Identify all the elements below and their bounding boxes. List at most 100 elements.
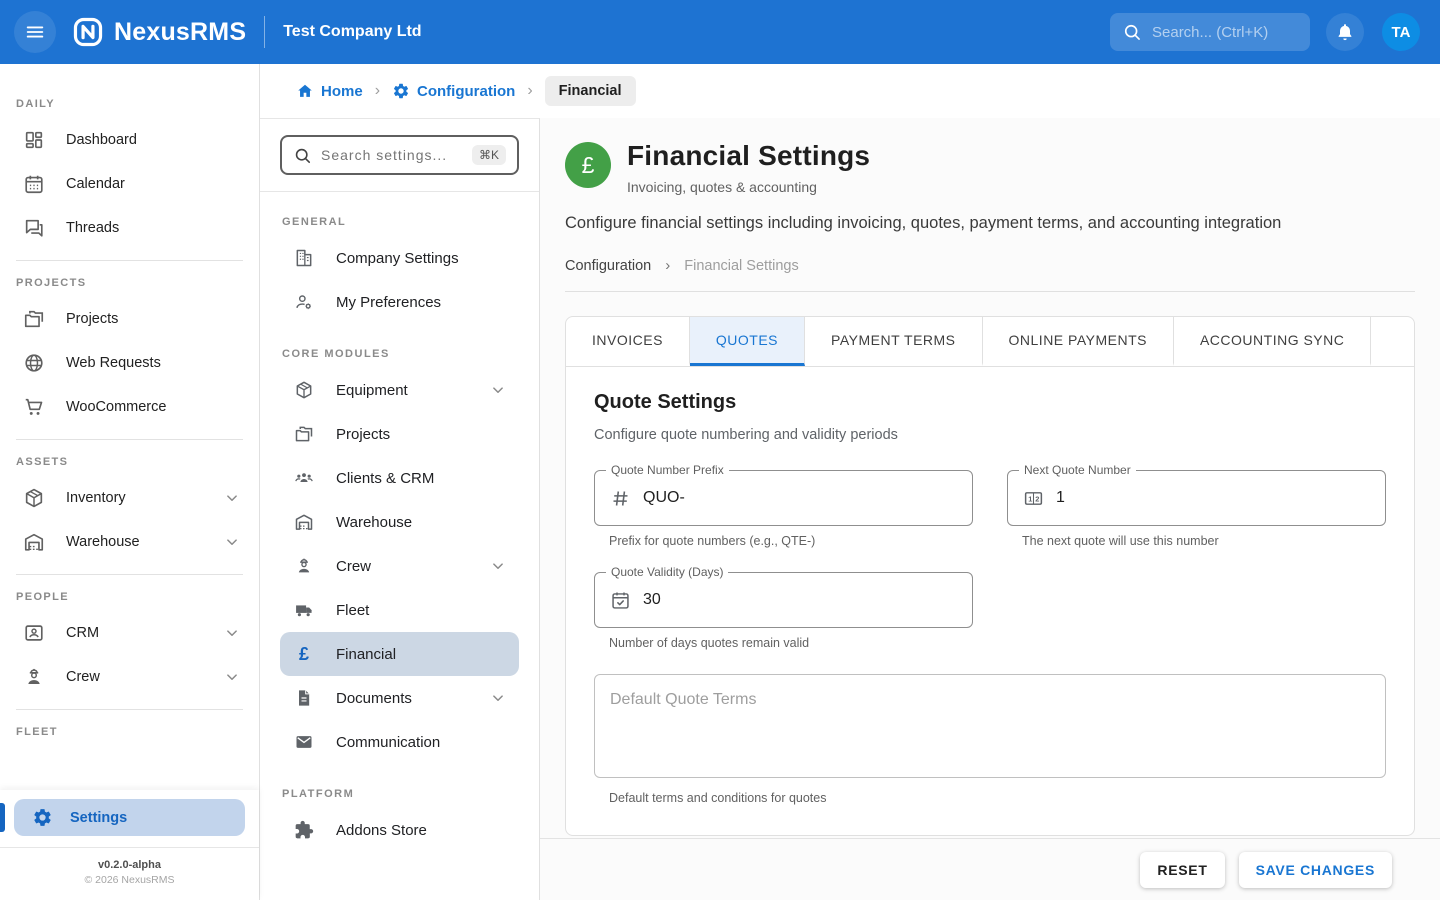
sidebar-item-calendar[interactable]: Calendar [0,162,259,206]
settings-item-label: Company Settings [336,250,459,267]
settings-label: Settings [70,810,127,826]
tab-payment-terms[interactable]: PAYMENT TERMS [805,317,982,366]
folders-icon [294,424,314,444]
sidebar-item-crm[interactable]: CRM [0,611,259,655]
settings-item-clients-crm[interactable]: Clients & CRM [280,456,519,500]
sidebar-item-label: Threads [66,220,119,236]
field-label: Quote Number Prefix [606,463,729,477]
sub-breadcrumb-separator: › [665,257,670,274]
reset-button[interactable]: RESET [1140,852,1224,888]
groups-icon [294,468,314,488]
settings-item-financial[interactable]: £ Financial [280,632,519,676]
settings-item-warehouse[interactable]: Warehouse [280,500,519,544]
sidebar-section-projects: PROJECTS [16,277,259,289]
settings-search[interactable]: ⌘K [280,135,519,175]
tab-strip: INVOICES QUOTES PAYMENT TERMS ONLINE PAY… [566,317,1414,367]
settings-item-documents[interactable]: Documents [280,676,519,720]
next-quote-number-input[interactable] [1056,489,1370,507]
settings-item-communication[interactable]: Communication [280,720,519,764]
company-name: Test Company Ltd [283,23,421,41]
active-accent-bar [0,803,5,832]
sidebar-divider [16,260,243,261]
sidebar-item-settings[interactable]: Settings [14,799,245,836]
global-search[interactable] [1110,13,1310,51]
sidebar-item-inventory[interactable]: Inventory [0,476,259,520]
sidebar-item-label: Web Requests [66,355,161,371]
settings-item-label: Documents [336,690,412,707]
settings-item-projects[interactable]: Projects [280,412,519,456]
settings-item-addons-store[interactable]: Addons Store [280,808,519,852]
truck-icon [294,600,314,620]
sidebar-item-web-requests[interactable]: Web Requests [0,341,259,385]
user-avatar[interactable]: TA [1382,13,1420,51]
settings-item-my-preferences[interactable]: My Preferences [280,280,519,324]
field-helper: Default terms and conditions for quotes [609,791,1386,805]
breadcrumb-configuration[interactable]: Configuration [392,82,515,100]
sidebar-item-threads[interactable]: Threads [0,206,259,250]
topbar: NexusRMS Test Company Ltd TA [0,0,1440,64]
search-icon [293,146,312,165]
save-changes-button[interactable]: SAVE CHANGES [1239,852,1392,888]
settings-item-equipment[interactable]: Equipment [280,368,519,412]
engineer-icon [294,556,314,576]
sidebar-divider [16,709,243,710]
settings-item-label: Financial [336,646,396,663]
breadcrumb-home[interactable]: Home [296,82,363,100]
tab-quotes[interactable]: QUOTES [690,317,805,366]
sidebar-item-label: Inventory [66,490,126,506]
engineer-icon [23,666,45,688]
tab-online-payments[interactable]: ONLINE PAYMENTS [983,317,1174,366]
keyboard-shortcut-badge: ⌘K [472,145,506,165]
sidebar-item-projects[interactable]: Projects [0,297,259,341]
number-pin-icon [1023,488,1044,509]
calendar-check-icon [610,590,631,611]
cube-icon [294,380,314,400]
bell-icon [1335,22,1355,42]
breadcrumb-current: Financial [545,76,636,106]
puzzle-icon [294,820,314,840]
person-gear-icon [294,292,314,312]
menu-button[interactable] [14,11,56,53]
cart-icon [23,396,45,418]
settings-card: INVOICES QUOTES PAYMENT TERMS ONLINE PAY… [565,316,1415,836]
default-quote-terms-textarea[interactable] [594,674,1386,778]
quote-validity-field[interactable]: Quote Validity (Days) [594,572,973,628]
sidebar-item-crew[interactable]: Crew [0,655,259,699]
hash-icon [610,488,631,509]
settings-item-label: Addons Store [336,822,427,839]
settings-search-input[interactable] [321,147,463,163]
sidebar-section-fleet: FLEET [16,726,259,738]
sidebar-divider [16,574,243,575]
sidebar-item-warehouse[interactable]: Warehouse [0,520,259,564]
quote-number-prefix-input[interactable] [643,489,957,507]
settings-item-crew[interactable]: Crew [280,544,519,588]
section-subtitle: Configure quote numbering and validity p… [594,427,1386,443]
breadcrumb-home-label: Home [321,83,363,100]
dashboard-icon [23,129,45,151]
notifications-button[interactable] [1326,13,1364,51]
settings-item-label: Clients & CRM [336,470,434,487]
settings-nav-divider [260,191,539,192]
gear-icon [32,807,53,828]
warehouse-icon [23,531,45,553]
quote-number-prefix-field[interactable]: Quote Number Prefix [594,470,973,526]
settings-item-label: My Preferences [336,294,441,311]
quote-validity-input[interactable] [643,591,957,609]
tab-invoices[interactable]: INVOICES [566,317,690,366]
sub-breadcrumb: Configuration › Financial Settings [565,257,1415,274]
copyright: © 2026 NexusRMS [0,874,259,886]
tab-accounting-sync[interactable]: ACCOUNTING SYNC [1174,317,1371,366]
sub-breadcrumb-parent[interactable]: Configuration [565,258,651,274]
sidebar-item-woocommerce[interactable]: WooCommerce [0,385,259,429]
next-quote-number-field[interactable]: Next Quote Number [1007,470,1386,526]
field-label: Quote Validity (Days) [606,565,728,579]
global-search-input[interactable] [1152,24,1298,41]
field-label: Next Quote Number [1019,463,1136,477]
warehouse-icon [294,512,314,532]
settings-item-label: Warehouse [336,514,412,531]
breadcrumb: Home › Configuration › Financial [260,64,1440,118]
settings-item-company-settings[interactable]: Company Settings [280,236,519,280]
chevron-down-icon [489,557,507,575]
sidebar-item-dashboard[interactable]: Dashboard [0,118,259,162]
settings-item-fleet[interactable]: Fleet [280,588,519,632]
